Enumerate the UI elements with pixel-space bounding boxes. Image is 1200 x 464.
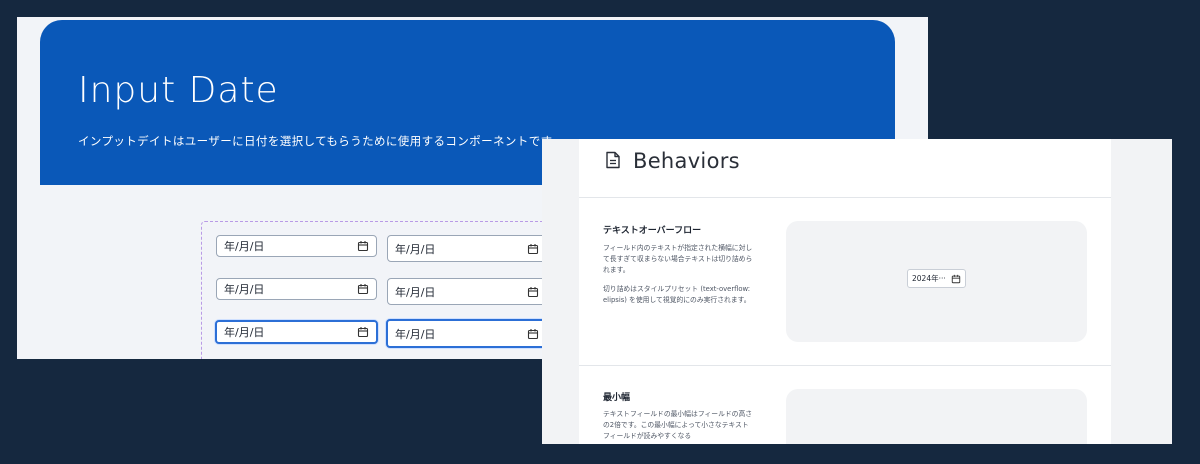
behaviors-panel: Behaviors テキストオーバーフロー フィールド内のテキストが指定された横… [542, 139, 1172, 444]
date-placeholder: 年/月/日 [224, 326, 265, 339]
demo-card-text-overflow: 2024年··· [786, 221, 1087, 342]
date-placeholder: 年/月/日 [395, 327, 436, 341]
section-text-text-overflow-1: フィールド内のテキストが指定された横幅に対して長すぎて収まらない場合テキストは切… [603, 244, 753, 274]
date-placeholder: 年/月/日 [224, 283, 265, 296]
calendar-icon[interactable] [357, 283, 369, 295]
section-text-min-width: テキストフィールドの最小幅はフィールドの高さの2倍です。この最小幅によって小さな… [603, 410, 753, 440]
date-input-large-default[interactable]: 年/月/日 [387, 235, 547, 262]
section-title-min-width: 最小幅 [603, 393, 631, 403]
date-value: 2024年··· [912, 274, 946, 283]
date-input-focused[interactable]: 年/月/日 [215, 320, 378, 344]
calendar-icon[interactable] [357, 326, 369, 338]
section-divider [579, 365, 1111, 366]
date-input-overflow-demo[interactable]: 2024年··· [907, 269, 966, 288]
date-input-large-focused[interactable]: 年/月/日 [386, 319, 548, 348]
section-title-text-overflow: テキストオーバーフロー [603, 226, 702, 236]
calendar-icon[interactable] [951, 274, 961, 284]
calendar-icon[interactable] [527, 286, 539, 298]
date-input-hover[interactable]: 年/月/日 [216, 278, 377, 300]
calendar-icon[interactable] [527, 328, 539, 340]
date-input-default[interactable]: 年/月/日 [216, 235, 377, 257]
demo-card-min-width [786, 389, 1087, 444]
behaviors-content: Behaviors テキストオーバーフロー フィールド内のテキストが指定された横… [579, 139, 1111, 444]
page-description: インプットデイトはユーザーに日付を選択してもらうために使用するコンポーネントです… [78, 134, 564, 148]
calendar-icon[interactable] [357, 240, 369, 252]
page-title: Input Date [78, 70, 279, 111]
calendar-icon[interactable] [527, 243, 539, 255]
date-placeholder: 年/月/日 [224, 240, 265, 253]
behaviors-title: Behaviors [633, 149, 740, 173]
document-icon [606, 151, 620, 169]
section-text-text-overflow-2: 切り詰めはスタイルプリセット (text-overflow: elipsis) … [603, 285, 751, 304]
date-placeholder: 年/月/日 [395, 285, 436, 299]
section-header: Behaviors [579, 139, 1111, 198]
date-input-large-hover[interactable]: 年/月/日 [387, 278, 547, 305]
date-placeholder: 年/月/日 [395, 242, 436, 256]
